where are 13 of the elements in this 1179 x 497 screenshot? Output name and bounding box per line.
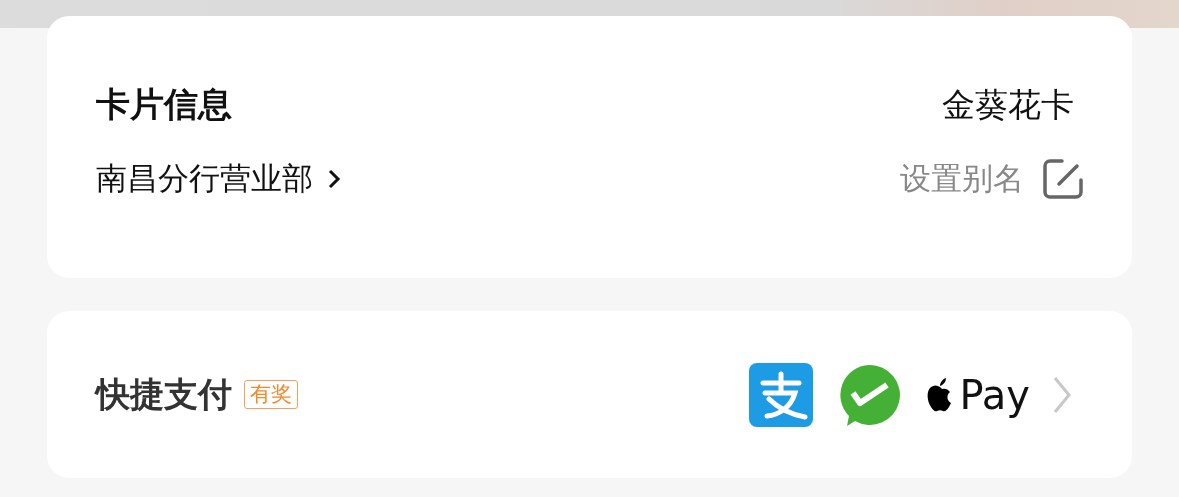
- chevron-right-icon: [1052, 374, 1072, 415]
- card-type: 金葵花卡: [942, 83, 1074, 126]
- alias-link[interactable]: 设置别名: [900, 158, 1024, 200]
- quick-pay-panel[interactable]: 快捷支付 有奖 Pay: [47, 311, 1132, 478]
- section-title: 快捷支付: [96, 372, 232, 416]
- branch-link[interactable]: 南昌分行营业部: [96, 158, 313, 200]
- chevron-right-icon: [327, 168, 341, 190]
- pay-label: Pay: [959, 371, 1030, 418]
- chat-bubble-check-icon: [837, 362, 902, 427]
- edit-icon[interactable]: [1042, 158, 1084, 200]
- section-title: 卡片信息: [96, 83, 232, 126]
- reward-badge: 有奖: [244, 379, 298, 410]
- wallet-app-icon: [749, 362, 814, 427]
